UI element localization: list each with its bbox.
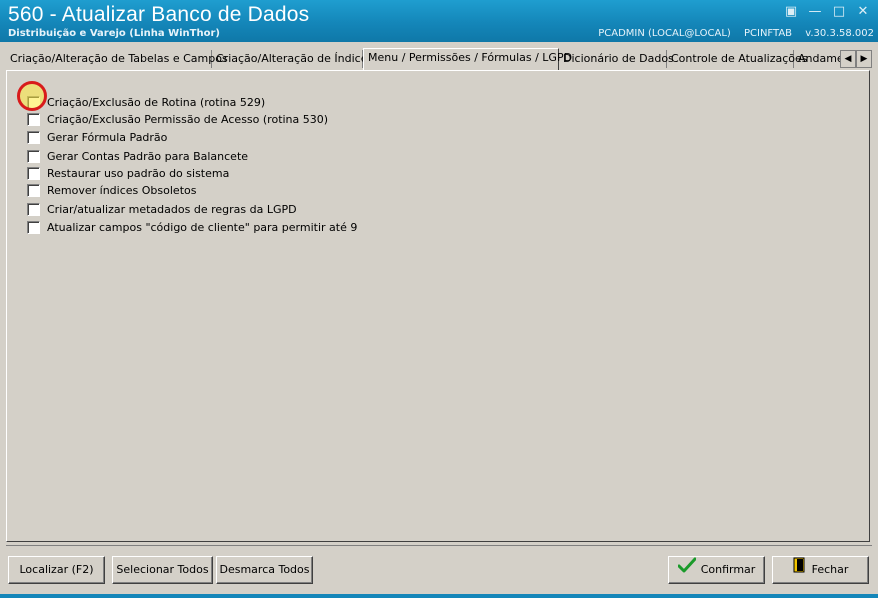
selecionar-todos-label: Selecionar Todos [116, 563, 209, 576]
tab-tabelas-campos[interactable]: Criação/Alteração de Tabelas e Campos [6, 50, 228, 68]
option-permissao-acesso[interactable]: Criação/Exclusão Permissão de Acesso (ro… [27, 111, 328, 127]
version-info: v.30.3.58.002 [805, 28, 874, 39]
confirmar-button[interactable]: Confirmar [668, 556, 765, 584]
window-controls: ▣ — □ ✕ [782, 4, 872, 20]
close-icon[interactable]: ✕ [854, 4, 872, 20]
option-label: Atualizar campos "código de cliente" par… [47, 220, 358, 234]
option-remover-indices[interactable]: Remover índices Obsoletos [27, 182, 196, 198]
desmarca-todos-label: Desmarca Todos [219, 563, 310, 576]
selecionar-todos-button[interactable]: Selecionar Todos [112, 556, 213, 584]
restore-icon[interactable]: ▣ [782, 4, 800, 20]
localizar-button[interactable]: Localizar (F2) [8, 556, 105, 584]
fechar-button[interactable]: Fechar [772, 556, 869, 584]
checkbox[interactable] [27, 220, 40, 234]
tab-indices[interactable]: Criação/Alteração de Índices [212, 50, 373, 68]
option-label: Gerar Fórmula Padrão [47, 130, 168, 144]
checkbox[interactable] [27, 149, 40, 163]
option-label: Gerar Contas Padrão para Balancete [47, 149, 249, 163]
fechar-label: Fechar [811, 563, 849, 576]
window-bottom-border [0, 594, 878, 598]
tab-panel: Criação/Exclusão de Rotina (rotina 529) … [6, 70, 870, 542]
tab-controle-atualizacoes[interactable]: Controle de Atualizações [667, 50, 808, 68]
tab-strip: Criação/Alteração de Tabelas e Campos Cr… [6, 48, 872, 70]
connection-info: PCADMIN (LOCAL@LOCAL) PCINFTAB v.30.3.58… [588, 28, 874, 40]
option-label: Criar/atualizar metadados de regras da L… [47, 202, 297, 216]
option-label: Restaurar uso padrão do sistema [47, 166, 230, 180]
tab-andamento[interactable]: Andame [794, 50, 844, 68]
option-criacao-rotina[interactable]: Criação/Exclusão de Rotina (rotina 529) [27, 94, 265, 110]
checkbox[interactable] [27, 183, 40, 197]
user-info: PCADMIN (LOCAL@LOCAL) [598, 28, 731, 39]
option-restaurar-padrao[interactable]: Restaurar uso padrão do sistema [27, 165, 229, 181]
option-codigo-cliente[interactable]: Atualizar campos "código de cliente" par… [27, 219, 357, 235]
window-title: 560 - Atualizar Banco de Dados [8, 3, 310, 26]
option-label: Criação/Exclusão de Rotina (rotina 529) [47, 95, 266, 109]
title-bar: 560 - Atualizar Banco de Dados Distribui… [0, 0, 878, 42]
button-bar: Localizar (F2) Selecionar Todos Desmarca… [6, 545, 872, 594]
tab-menu-permissoes[interactable]: Menu / Permissões / Fórmulas / LGPD [363, 48, 572, 70]
tab-scroll-right-icon[interactable]: ▶ [856, 50, 872, 68]
checkbox[interactable] [27, 112, 40, 126]
window-subtitle: Distribuição e Varejo (Linha WinThor) [8, 28, 220, 39]
minimize-icon[interactable]: — [806, 4, 824, 20]
tab-scroll: ◀ ▶ [840, 50, 872, 68]
option-label: Criação/Exclusão Permissão de Acesso (ro… [47, 112, 329, 126]
exit-door-icon [793, 557, 807, 583]
tab-scroll-left-icon[interactable]: ◀ [840, 50, 856, 68]
table-info: PCINFTAB [743, 28, 793, 39]
checkbox[interactable] [27, 202, 40, 216]
tab-dicionario[interactable]: Dicionário de Dados [559, 50, 674, 68]
option-metadados-lgpd[interactable]: Criar/atualizar metadados de regras da L… [27, 201, 297, 217]
localizar-label: Localizar (F2) [19, 563, 94, 576]
option-formula-padrao[interactable]: Gerar Fórmula Padrão [27, 129, 167, 145]
checkbox[interactable] [27, 166, 40, 180]
confirmar-label: Confirmar [700, 563, 756, 576]
desmarca-todos-button[interactable]: Desmarca Todos [216, 556, 313, 584]
option-label: Remover índices Obsoletos [47, 183, 197, 197]
checkmark-icon [677, 557, 697, 583]
click-highlight-marker [17, 81, 47, 111]
checkbox[interactable] [27, 130, 40, 144]
option-contas-balancete[interactable]: Gerar Contas Padrão para Balancete [27, 148, 248, 164]
maximize-icon[interactable]: □ [830, 4, 848, 20]
